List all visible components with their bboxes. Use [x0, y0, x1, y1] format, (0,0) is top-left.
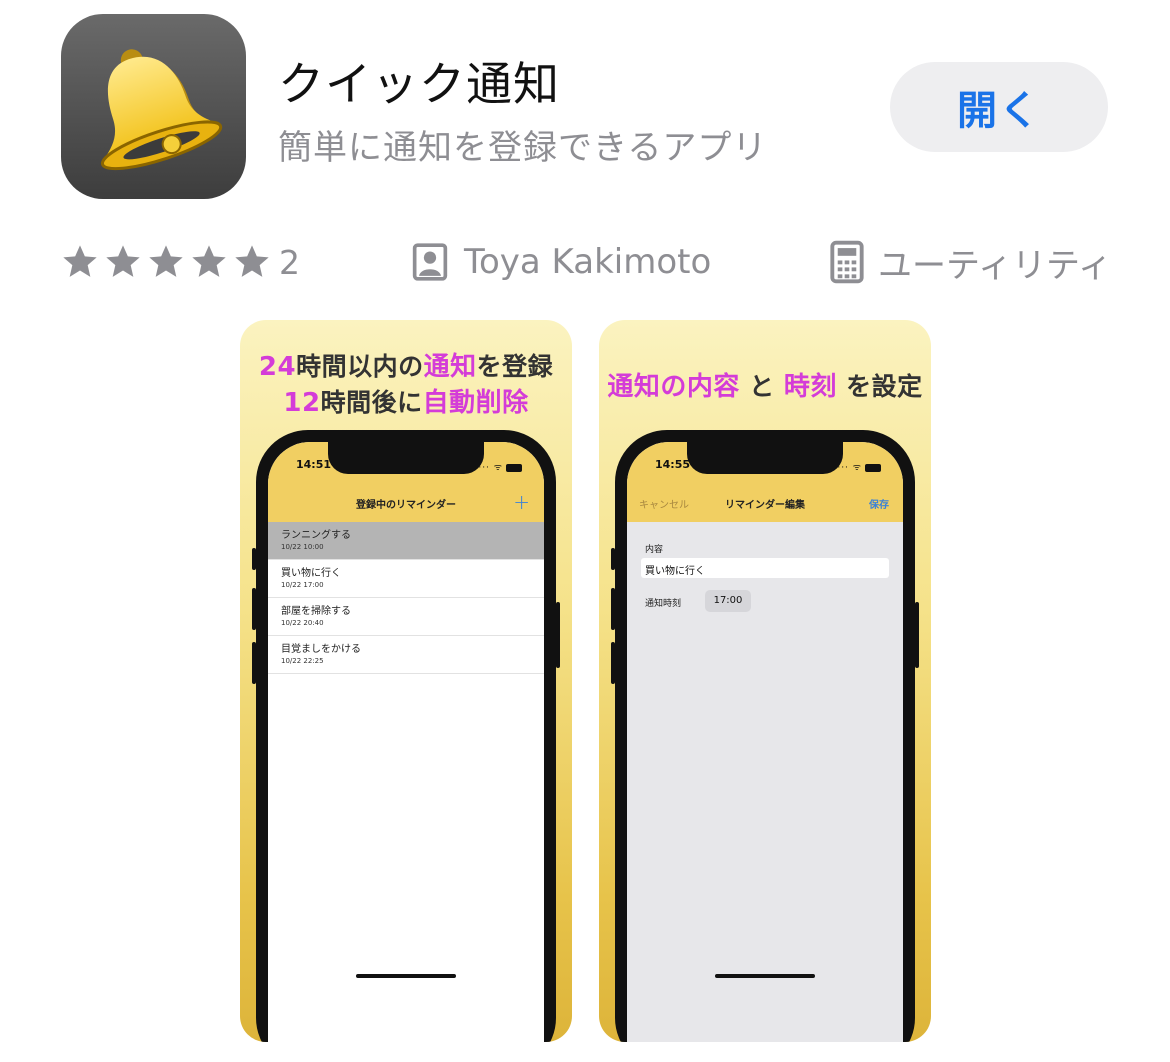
person-icon [412, 243, 448, 281]
headline-number: 24 [258, 352, 297, 382]
app-subtitle: 簡単に通知を登録できるアプリ [278, 128, 768, 168]
screenshot-2[interactable]: 通知の内容 と 時刻 を設定 14:55 ···· ᯤ キャンセル リマインダー… [599, 320, 931, 1042]
rating[interactable]: 2 [60, 236, 300, 288]
headline-accent: 自動削除 [422, 388, 529, 418]
star-icon [235, 245, 269, 277]
nav-bar: 登録中のリマインダー + [268, 486, 544, 522]
notch [328, 442, 484, 474]
home-indicator [356, 974, 456, 978]
status-time: 14:51 [296, 458, 332, 471]
nav-title: 登録中のリマインダー [356, 500, 456, 511]
headline-accent: 通知の内容 [607, 372, 740, 402]
category-name: ユーティリティ [878, 245, 1112, 286]
nav-title: リマインダー編集 [725, 500, 805, 511]
headline-text: 時間後に [320, 388, 423, 417]
save-button[interactable]: 保存 [869, 496, 889, 511]
star-icon [63, 245, 97, 277]
developer-link[interactable]: Toya Kakimoto [412, 236, 711, 288]
phone-frame: 14:55 ···· ᯤ キャンセル リマインダー編集 保存 内容 買い物に行く… [611, 430, 919, 1042]
nav-bar: キャンセル リマインダー編集 保存 [627, 486, 903, 522]
headline-number: 12 [283, 388, 321, 418]
reminder-date: 10/22 10:00 [281, 543, 324, 551]
reminder-title: 部屋を掃除する [281, 606, 351, 617]
content-field[interactable]: 買い物に行く [641, 558, 889, 578]
reminder-title: ランニングする [281, 530, 351, 541]
screenshot-1[interactable]: 24時間以内の通知を登録 12時間後に自動削除 14:51 ···· ᯤ 登録中… [240, 320, 572, 1042]
app-icon [61, 14, 246, 199]
headline-text: と [739, 372, 784, 401]
star-icon [106, 245, 140, 277]
reminder-date: 10/22 22:25 [281, 657, 324, 665]
reminder-date: 10/22 20:40 [281, 619, 324, 627]
phone-screen: 14:51 ···· ᯤ 登録中のリマインダー + ランニングする 10/22 … [268, 442, 544, 1042]
home-indicator [715, 974, 815, 978]
list-item[interactable]: 部屋を掃除する 10/22 20:40 [268, 598, 544, 636]
headline-text: 時間以内の [296, 352, 424, 381]
category-link[interactable]: ユーティリティ [830, 236, 1112, 288]
reminder-title: 目覚ましをかける [281, 644, 361, 655]
headline-text: を設定 [836, 372, 923, 401]
open-button[interactable]: 開く [890, 62, 1108, 152]
headline-line-1: 24時間以内の通知を登録 [240, 346, 572, 383]
headline-text: を登録 [476, 352, 554, 381]
headline-line-1: 通知の内容 と 時刻 を設定 [599, 366, 931, 403]
developer-name: Toya Kakimoto [464, 242, 712, 282]
add-button[interactable]: + [513, 490, 530, 514]
notch [687, 442, 843, 474]
calculator-icon [830, 240, 864, 284]
list-item[interactable]: ランニングする 10/22 10:00 [268, 522, 544, 560]
headline-accent: 時刻 [783, 372, 837, 402]
headline-accent: 通知 [423, 352, 477, 382]
list-item[interactable]: 買い物に行く 10/22 17:00 [268, 560, 544, 598]
reminder-list: ランニングする 10/22 10:00 買い物に行く 10/22 17:00 部… [268, 522, 544, 674]
app-title: クイック通知 [278, 57, 560, 111]
content-label: 内容 [645, 545, 664, 555]
time-picker[interactable]: 17:00 [705, 590, 751, 612]
phone-frame: 14:51 ···· ᯤ 登録中のリマインダー + ランニングする 10/22 … [252, 430, 560, 1042]
rating-count: 2 [279, 242, 300, 282]
bell-icon [100, 49, 223, 171]
info-row: 2 Toya Kakimoto ユーティリティ [0, 236, 1170, 288]
list-item[interactable]: 目覚ましをかける 10/22 22:25 [268, 636, 544, 674]
reminder-date: 10/22 17:00 [281, 581, 324, 589]
time-label: 通知時刻 [645, 599, 682, 609]
star-icon [192, 245, 226, 277]
star-icon [149, 245, 183, 277]
phone-screen: 14:55 ···· ᯤ キャンセル リマインダー編集 保存 内容 買い物に行く… [627, 442, 903, 1042]
headline-line-2: 12時間後に自動削除 [240, 382, 572, 419]
status-time: 14:55 [655, 458, 691, 471]
reminder-title: 買い物に行く [281, 568, 341, 579]
